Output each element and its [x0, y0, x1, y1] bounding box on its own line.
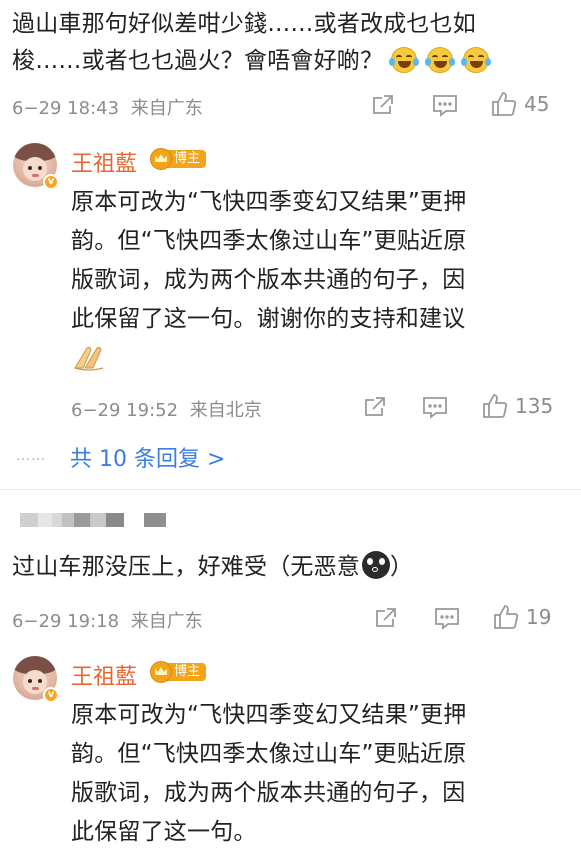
reply-line: 原本可改为“飞快四季变幻又结果”更押: [71, 702, 467, 728]
comment-icon: [423, 397, 447, 419]
location: 来自广东: [130, 611, 203, 632]
host-badge: 博主: [150, 661, 207, 683]
comment-text: 過山車那句好似差咁少錢……或者改成乜乜如 梭……或者乜乜過火？會唔會好啲？: [12, 6, 577, 80]
comment-meta: 6−29 19:18 来自广东: [12, 607, 203, 633]
like-button[interactable]: 19: [492, 603, 551, 631]
masked-username[interactable]: [20, 513, 166, 527]
laughing-crying-icon: [461, 47, 492, 73]
verified-badge: v: [43, 174, 59, 190]
reply-line: 韵。但“飞快四季太像过山车”更贴近原: [71, 228, 467, 254]
reply-text: 原本可改为“飞快四季变幻又结果”更押 韵。但“飞快四季太像过山车”更贴近原 版歌…: [71, 696, 466, 852]
crown-icon: [150, 148, 172, 170]
reply-line: 此保留了这一句。: [71, 819, 257, 845]
reply-line: 版歌词，成为两个版本共通的句子，因: [71, 780, 466, 806]
username[interactable]: 王祖藍: [71, 146, 137, 178]
thumbs-up-icon: [492, 92, 517, 116]
laughing-crying-icon: [425, 47, 456, 73]
comment-line-text: 过山车那没压上，好难受（无恶意: [12, 554, 360, 580]
share-button[interactable]: [374, 606, 398, 630]
timestamp: 6−29 19:18: [12, 611, 120, 632]
location: 来自北京: [189, 400, 262, 421]
like-button[interactable]: 135: [481, 392, 553, 420]
reply-dots: ……: [16, 448, 46, 464]
comment-button[interactable]: [432, 93, 458, 117]
share-icon: [365, 397, 385, 416]
view-replies-link[interactable]: 共 10 条回复 >: [70, 441, 225, 473]
comment-line: 過山車那句好似差咁少錢……或者改成乜乜如: [12, 11, 476, 37]
host-badge: 博主: [150, 148, 207, 170]
reply-line: 此保留了这一句。谢谢你的支持和建议: [71, 306, 466, 332]
crown-icon: [150, 661, 172, 683]
share-icon: [373, 95, 393, 114]
thumbs-up-icon: [483, 394, 508, 418]
like-count: 45: [524, 92, 550, 116]
like-button[interactable]: 45: [490, 90, 549, 118]
clapping-hands-icon: [74, 346, 104, 371]
comment-button[interactable]: [422, 395, 448, 419]
crying-face-icon: [362, 551, 390, 579]
like-count: 135: [515, 394, 554, 418]
reply-meta: 6−29 19:52 来自北京: [71, 396, 262, 422]
username[interactable]: 王祖藍: [71, 659, 137, 691]
reply-line: 原本可改为“飞快四季变幻又结果”更押: [71, 189, 467, 215]
comment-text: 过山车那没压上，好难受（无恶意 ）: [12, 549, 413, 586]
reply-line: 韵。但“飞快四季太像过山车”更贴近原: [71, 741, 467, 767]
comment-line-text: 梭……或者乜乜過火？會唔會好啲？: [12, 48, 384, 74]
laughing-crying-icon: [389, 47, 420, 73]
timestamp: 6−29 18:43: [12, 98, 120, 119]
location: 来自广东: [130, 98, 203, 119]
share-icon: [376, 608, 396, 627]
comment-button[interactable]: [434, 606, 460, 630]
thumbs-up-icon: [494, 605, 519, 629]
comment-meta: 6−29 18:43 来自广东: [12, 94, 203, 120]
comment-line: 梭……或者乜乜過火？會唔會好啲？: [12, 43, 577, 80]
share-button[interactable]: [363, 395, 387, 419]
like-count: 19: [526, 605, 552, 629]
comment-line-end: ）: [390, 554, 414, 580]
comment-icon: [435, 608, 459, 630]
divider: [0, 489, 581, 490]
timestamp: 6−29 19:52: [71, 400, 179, 421]
reply-text: 原本可改为“飞快四季变幻又结果”更押 韵。但“飞快四季太像过山车”更贴近原 版歌…: [71, 183, 466, 339]
share-button[interactable]: [371, 93, 395, 117]
comment-icon: [433, 95, 457, 117]
reply-line: 版歌词，成为两个版本共通的句子，因: [71, 267, 466, 293]
verified-badge: v: [43, 687, 59, 703]
